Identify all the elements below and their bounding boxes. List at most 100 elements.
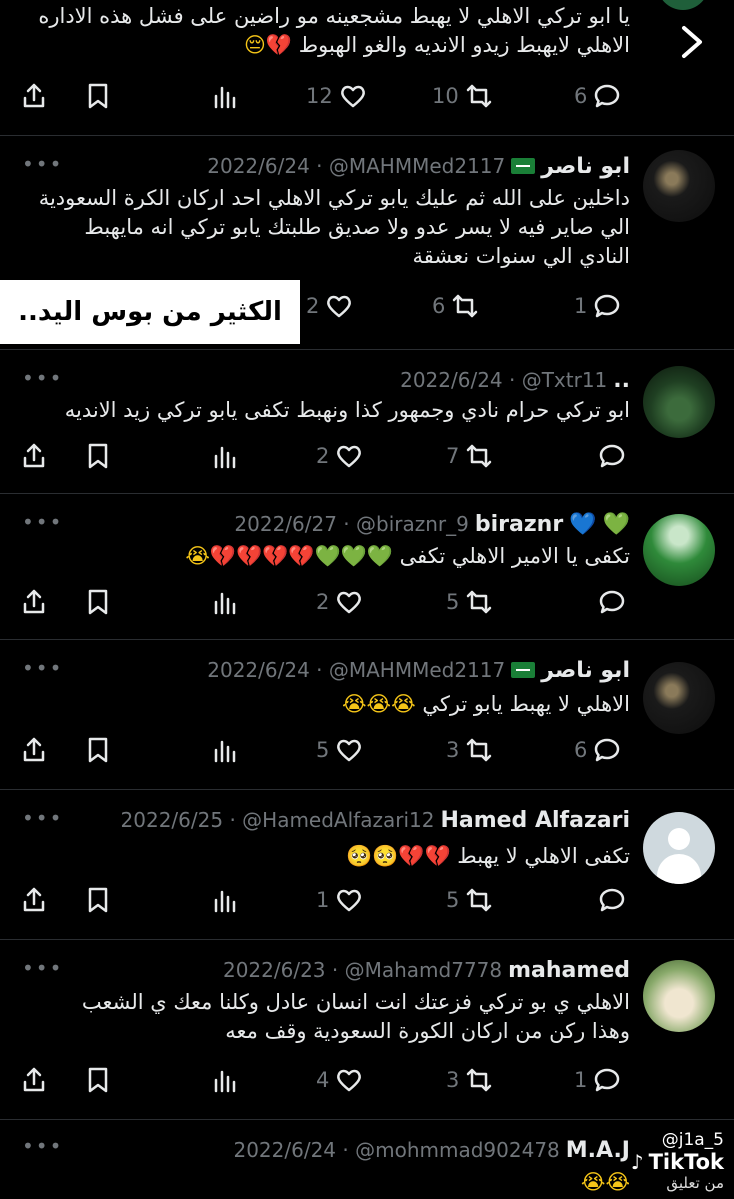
bookmark-button[interactable] <box>84 438 112 474</box>
reply-button[interactable] <box>598 882 626 918</box>
bookmark-button[interactable] <box>84 882 112 918</box>
action-bar: 1 5 <box>0 882 734 918</box>
tweet-feed: يا ابو تركي الاهلي لا يهبط مشجعينه مو را… <box>0 0 734 1199</box>
avatar[interactable] <box>643 366 715 438</box>
display-name[interactable]: M.A.J <box>566 1138 630 1163</box>
retweet-count: 3 <box>446 1068 460 1092</box>
display-name[interactable]: mahamed <box>508 958 630 983</box>
retweet-button[interactable]: 7 <box>446 438 493 474</box>
bookmark-icon <box>88 1067 108 1093</box>
avatar[interactable] <box>643 662 715 734</box>
bookmark-button[interactable] <box>84 78 112 114</box>
retweet-count: 5 <box>446 590 460 614</box>
display-name[interactable]: .. <box>613 368 630 393</box>
bookmark-icon <box>88 443 108 469</box>
views-button[interactable] <box>212 732 240 768</box>
tweet[interactable]: ••• 2022/6/25 · @HamedAlfazari12 Hamed A… <box>0 790 734 940</box>
more-icon[interactable]: ••• <box>22 1134 63 1158</box>
action-bar: 2 7 <box>0 438 734 474</box>
like-button[interactable]: 2 <box>316 584 363 620</box>
share-button[interactable] <box>20 584 48 620</box>
reply-icon <box>595 84 620 108</box>
tweet[interactable]: ••• 2022/6/24 · @MAHMMed2117 ابو ناصر ال… <box>0 640 734 790</box>
views-button[interactable] <box>212 882 240 918</box>
like-button[interactable]: 1 <box>316 882 363 918</box>
display-name[interactable]: ابو ناصر <box>541 658 630 683</box>
avatar[interactable] <box>643 960 715 1032</box>
views-button[interactable] <box>212 1062 240 1098</box>
share-button[interactable] <box>20 438 48 474</box>
like-count: 12 <box>306 84 333 108</box>
views-icon <box>214 740 236 763</box>
retweet-button[interactable]: 6 <box>432 288 479 324</box>
reply-button[interactable]: 1 <box>574 1062 621 1098</box>
handle-date[interactable]: 2022/6/25 · @HamedAlfazari12 <box>121 808 435 832</box>
broken-heart-icon: 💔💔💔💔 <box>209 544 315 568</box>
share-button[interactable] <box>20 882 48 918</box>
more-icon[interactable]: ••• <box>22 366 63 390</box>
handle-date[interactable]: 2022/6/27 · @biraznr_9 <box>234 512 468 536</box>
more-icon[interactable]: ••• <box>22 152 63 176</box>
avatar[interactable] <box>643 812 715 884</box>
like-icon <box>340 85 365 108</box>
retweet-button[interactable]: 5 <box>446 882 493 918</box>
avatar[interactable] <box>643 150 715 222</box>
share-button[interactable] <box>20 1062 48 1098</box>
more-icon[interactable]: ••• <box>22 956 63 980</box>
retweet-button[interactable]: 10 <box>432 78 493 114</box>
bookmark-button[interactable] <box>84 1062 112 1098</box>
reply-button[interactable]: 6 <box>574 78 621 114</box>
tweet[interactable]: ••• 2022/6/24 · @Txtr11 .. ابو تركي حرام… <box>0 350 734 494</box>
handle-date[interactable]: 2022/6/23 · @Mahamd7778 <box>223 958 502 982</box>
views-button[interactable] <box>212 78 240 114</box>
handle-date[interactable]: 2022/6/24 · @MAHMMed2117 <box>207 658 505 682</box>
tweet[interactable]: ••• 2022/6/24 · @mohmmad902478 M.A.J 😭😭 <box>0 1120 734 1199</box>
tweet[interactable]: ••• 2022/6/23 · @Mahamd7778 mahamed الاه… <box>0 940 734 1120</box>
bookmark-button[interactable] <box>84 732 112 768</box>
like-button[interactable]: 5 <box>316 732 363 768</box>
retweet-count: 7 <box>446 444 460 468</box>
avatar[interactable] <box>643 514 715 586</box>
share-icon <box>23 589 45 614</box>
reply-button[interactable] <box>598 584 626 620</box>
blue-heart-icon: 💙 <box>569 511 597 537</box>
watermark-brand: TikTok <box>648 1150 724 1174</box>
more-icon[interactable]: ••• <box>22 510 63 534</box>
broken-heart-icon: 💔 <box>265 33 293 57</box>
retweet-button[interactable]: 3 <box>446 732 493 768</box>
more-icon[interactable]: ••• <box>22 806 63 830</box>
retweet-icon <box>466 84 491 108</box>
more-icon[interactable]: ••• <box>22 656 63 680</box>
share-button[interactable] <box>20 78 48 114</box>
like-button[interactable]: 2 <box>316 438 363 474</box>
tweet-text: 😭😭 <box>30 1168 630 1197</box>
avatar[interactable] <box>657 0 709 10</box>
views-button[interactable] <box>212 584 240 620</box>
display-name[interactable]: ابو ناصر <box>541 154 630 179</box>
like-button[interactable]: 12 <box>306 78 367 114</box>
display-name[interactable]: Hamed Alfazari <box>440 808 630 833</box>
handle-date[interactable]: 2022/6/24 · @mohmmad902478 <box>233 1138 559 1162</box>
retweet-button[interactable]: 5 <box>446 584 493 620</box>
share-button[interactable] <box>20 732 48 768</box>
handle-date[interactable]: 2022/6/24 · @Txtr11 <box>400 368 607 392</box>
previous-tweet[interactable]: يا ابو تركي الاهلي لا يهبط مشجعينه مو را… <box>0 0 734 136</box>
retweet-button[interactable]: 3 <box>446 1062 493 1098</box>
views-button[interactable] <box>212 438 240 474</box>
retweet-icon <box>467 590 492 614</box>
reply-button[interactable] <box>598 438 626 474</box>
bookmark-button[interactable] <box>84 584 112 620</box>
like-count: 2 <box>316 444 330 468</box>
like-button[interactable]: 4 <box>316 1062 363 1098</box>
tweet[interactable]: ••• 2022/6/27 · @biraznr_9 biraznr 💙 💚 ت… <box>0 494 734 640</box>
like-button[interactable]: 2 <box>306 288 353 324</box>
green-heart-icon: 💚💚💚 <box>314 544 393 568</box>
reply-button[interactable]: 1 <box>574 288 621 324</box>
views-icon <box>214 446 236 469</box>
reply-button[interactable]: 6 <box>574 732 621 768</box>
action-bar: 12 10 6 <box>0 78 734 114</box>
display-name[interactable]: biraznr <box>475 512 563 537</box>
like-count: 2 <box>316 590 330 614</box>
chevron-right-icon[interactable] <box>672 22 712 62</box>
handle-date[interactable]: 2022/6/24 · @MAHMMed2117 <box>207 154 505 178</box>
